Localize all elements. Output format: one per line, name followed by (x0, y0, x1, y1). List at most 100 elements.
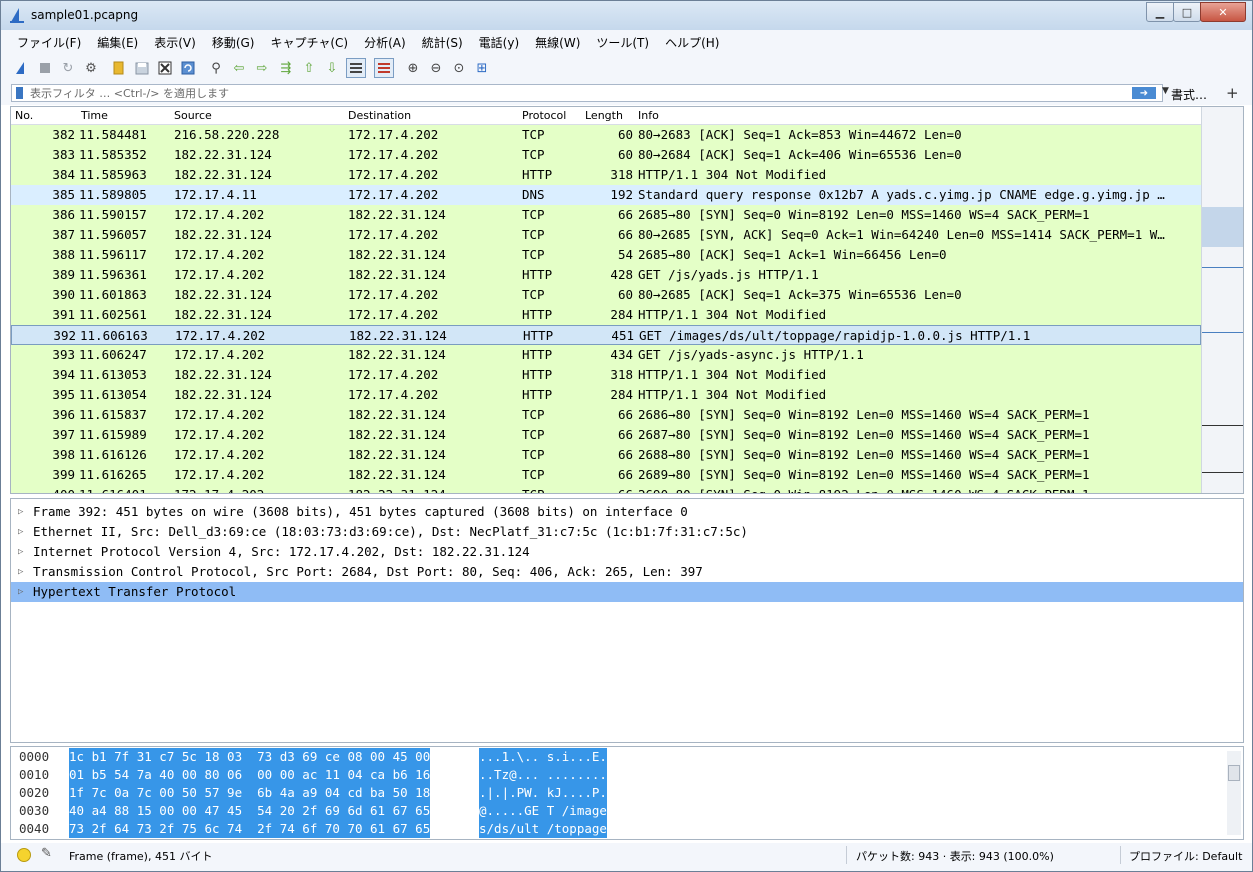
packet-cell-len: 66 (617, 227, 633, 242)
find-icon[interactable]: ⚲ (207, 59, 225, 77)
menu-view[interactable]: 表示(V) (146, 34, 204, 51)
menu-help[interactable]: ヘルプ(H) (657, 34, 727, 51)
shark-fin-start-icon[interactable] (13, 59, 31, 77)
menu-wireless[interactable]: 無線(W) (527, 34, 588, 51)
detail-tree-item[interactable]: ▷ Transmission Control Protocol, Src Port… (11, 562, 1243, 582)
packet-cell-info: HTTP/1.1 304 Not Modified (638, 367, 827, 382)
reload-icon[interactable] (179, 59, 197, 77)
zoom-in-icon[interactable]: ⊕ (404, 59, 422, 77)
expand-arrow-icon[interactable]: ▷ (18, 582, 23, 602)
packet-cell-time: 11.613054 (79, 387, 147, 402)
expand-arrow-icon[interactable]: ▷ (18, 522, 23, 542)
detail-tree-item[interactable]: ▷ Internet Protocol Version 4, Src: 172.1… (11, 542, 1243, 562)
autoscroll-icon[interactable] (346, 58, 366, 78)
packet-row[interactable]: 390 11.601863 182.22.31.124 172.17.4.202 TCP… (11, 285, 1201, 305)
packet-row[interactable]: 394 11.613053 182.22.31.124 172.17.4.202 HTT… (11, 365, 1201, 385)
packet-row[interactable]: 395 11.613054 182.22.31.124 172.17.4.202 HTT… (11, 385, 1201, 405)
packet-row[interactable]: 396 11.615837 172.17.4.202 182.22.31.124 TCP… (11, 405, 1201, 425)
go-last-icon[interactable]: ⇩ (323, 59, 341, 77)
packet-cell-proto: TCP (522, 485, 582, 493)
packet-row[interactable]: 385 11.589805 172.17.4.11 172.17.4.202 DNS 19… (11, 185, 1201, 205)
packet-row[interactable]: 388 11.596117 172.17.4.202 182.22.31.124 TCP… (11, 245, 1201, 265)
detail-tree-item[interactable]: ▷ Ethernet II, Src: Dell_d3:69:ce (18:03:… (11, 522, 1243, 542)
packet-row[interactable]: 398 11.616126 172.17.4.202 182.22.31.124 TCP… (11, 445, 1201, 465)
filter-bookmark-icon[interactable] (16, 87, 23, 99)
menu-tools[interactable]: ツール(T) (588, 34, 657, 51)
packet-row[interactable]: 399 11.616265 172.17.4.202 182.22.31.124 TCP… (11, 465, 1201, 485)
column-header-info[interactable]: Info (638, 109, 659, 122)
display-filter-input[interactable] (30, 85, 1120, 101)
detail-tree-item[interactable]: ▷ Frame 392: 451 bytes on wire (3608 bits… (11, 502, 1243, 522)
packet-cell-dst: 172.17.4.202 (348, 187, 439, 202)
expert-info-icon[interactable] (17, 848, 31, 862)
hex-ascii: @.....GE T /image (479, 802, 607, 820)
packet-row[interactable]: 387 11.596057 182.22.31.124 172.17.4.202 TCP… (11, 225, 1201, 245)
packet-list[interactable]: No. Time Source Destination Protocol Len… (10, 106, 1244, 494)
bytes-scrollbar[interactable] (1227, 751, 1241, 835)
expression-button[interactable]: 書式… (1171, 86, 1207, 103)
options-gear-icon[interactable]: ⚙ (82, 59, 100, 77)
column-header-destination[interactable]: Destination (348, 109, 411, 122)
add-filter-button[interactable]: + (1226, 84, 1239, 102)
menu-telephony[interactable]: 電話(y) (471, 34, 527, 51)
main-toolbar: ↻ ⚙ ⚲ ⇦ ⇨ ⇶ ⇧ ⇩ ⊕ ⊖ ⊙ ⊞ (1, 54, 1252, 83)
go-to-packet-icon[interactable]: ⇶ (277, 59, 295, 77)
packet-row[interactable]: 389 11.596361 172.17.4.202 182.22.31.124 HTT… (11, 265, 1201, 285)
packet-row[interactable]: 391 11.602561 182.22.31.124 172.17.4.202 HTT… (11, 305, 1201, 325)
column-header-time[interactable]: Time (81, 109, 108, 122)
minimize-button[interactable]: ▁ (1146, 2, 1174, 22)
close-button[interactable]: ✕ (1200, 2, 1246, 22)
column-header-protocol[interactable]: Protocol (522, 109, 566, 122)
menu-file[interactable]: ファイル(F) (9, 34, 89, 51)
packet-cell-len: 66 (617, 207, 633, 222)
close-file-icon[interactable] (156, 59, 174, 77)
zoom-out-icon[interactable]: ⊖ (427, 59, 445, 77)
zoom-normal-icon[interactable]: ⊙ (450, 59, 468, 77)
expand-arrow-icon[interactable]: ▷ (18, 542, 23, 562)
save-icon[interactable] (133, 59, 151, 77)
menu-go[interactable]: 移動(G) (204, 34, 263, 51)
packet-cell-no: 386 (52, 207, 75, 222)
bytes-scrollbar-thumb[interactable] (1228, 765, 1240, 781)
open-folder-icon[interactable] (110, 59, 128, 77)
menu-statistics[interactable]: 統計(S) (414, 34, 471, 51)
expand-arrow-icon[interactable]: ▷ (18, 502, 23, 522)
packet-cell-no: 397 (52, 427, 75, 442)
packet-row[interactable]: 382 11.584481 216.58.220.228 172.17.4.202 TC… (11, 125, 1201, 145)
packet-cell-dst: 182.22.31.124 (348, 447, 446, 462)
packet-row[interactable]: 383 11.585352 182.22.31.124 172.17.4.202 TCP… (11, 145, 1201, 165)
column-header-length[interactable]: Length (585, 109, 623, 122)
resize-columns-icon[interactable]: ⊞ (473, 59, 491, 77)
packet-cell-dst: 182.22.31.124 (348, 247, 446, 262)
maximize-button[interactable]: □ (1173, 2, 1201, 22)
expand-arrow-icon[interactable]: ▷ (18, 562, 23, 582)
minimap-viewport[interactable] (1202, 207, 1243, 247)
status-profile[interactable]: プロファイル: Default (1129, 848, 1242, 864)
apply-filter-arrow-icon[interactable]: ➜ (1132, 87, 1156, 99)
stop-icon[interactable] (36, 59, 54, 77)
packet-row[interactable]: 393 11.606247 172.17.4.202 182.22.31.124 HTT… (11, 345, 1201, 365)
packet-row[interactable]: 386 11.590157 172.17.4.202 182.22.31.124 TCP… (11, 205, 1201, 225)
packet-details[interactable]: ▷ Frame 392: 451 bytes on wire (3608 bits… (10, 498, 1244, 743)
filter-history-dropdown-icon[interactable]: ▼ (1162, 86, 1169, 96)
go-forward-icon[interactable]: ⇨ (253, 59, 271, 77)
go-first-icon[interactable]: ⇧ (300, 59, 318, 77)
column-header-source[interactable]: Source (174, 109, 212, 122)
go-back-icon[interactable]: ⇦ (230, 59, 248, 77)
packet-row[interactable]: 397 11.615989 172.17.4.202 182.22.31.124 TCP… (11, 425, 1201, 445)
capture-comment-icon[interactable]: ✎ (41, 846, 52, 861)
packet-row[interactable]: 392 11.606163 172.17.4.202 182.22.31.124 HTT… (11, 325, 1201, 345)
menu-edit[interactable]: 編集(E) (89, 34, 146, 51)
packet-row[interactable]: 384 11.585963 182.22.31.124 172.17.4.202 HTT… (11, 165, 1201, 185)
packet-cell-time: 11.615837 (79, 407, 147, 422)
packet-minimap-scrollbar[interactable] (1201, 107, 1243, 493)
detail-tree-item[interactable]: ▷ Hypertext Transfer Protocol (11, 582, 1243, 602)
packet-row[interactable]: 400 11.616401172.17.4.202 182.22.31.124 TCP… (11, 485, 1201, 493)
menu-analyze[interactable]: 分析(A) (356, 34, 414, 51)
packet-cell-time: 11.606247 (79, 347, 147, 362)
packet-bytes[interactable]: 0000 1c b1 7f 31 c7 5c 18 03 73 d3 69 ce … (10, 746, 1244, 840)
colorize-icon[interactable] (374, 58, 394, 78)
column-header-no[interactable]: No. (15, 109, 33, 122)
restart-icon[interactable]: ↻ (59, 59, 77, 77)
menu-capture[interactable]: キャプチャ(C) (262, 34, 356, 51)
